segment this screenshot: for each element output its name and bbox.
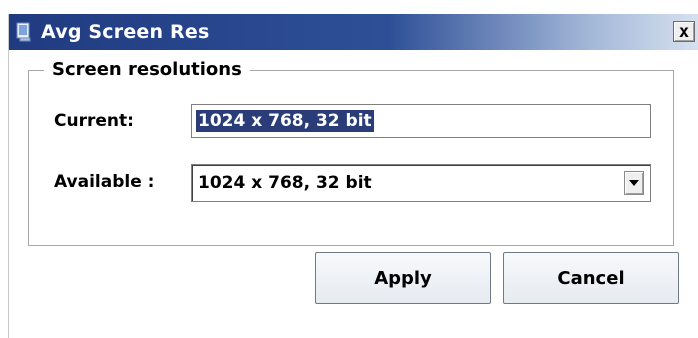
close-button[interactable]: x xyxy=(673,21,695,42)
window-title: Avg Screen Res xyxy=(41,21,210,43)
screen-resolutions-group xyxy=(28,70,674,246)
available-resolution-dropdown[interactable]: 1024 x 768, 32 bit xyxy=(191,164,651,202)
available-label: Available : xyxy=(54,172,155,192)
cancel-button[interactable]: Cancel xyxy=(503,252,679,304)
current-resolution-value: 1024 x 768, 32 bit xyxy=(196,110,374,132)
available-resolution-value: 1024 x 768, 32 bit xyxy=(198,173,372,193)
dropdown-arrow-button[interactable] xyxy=(624,171,644,195)
apply-button[interactable]: Apply xyxy=(315,252,491,304)
chevron-down-icon xyxy=(629,180,639,186)
close-icon: x xyxy=(678,21,690,42)
group-legend: Screen resolutions xyxy=(44,59,250,80)
title-bar[interactable]: Avg Screen Res x xyxy=(9,14,698,50)
monitor-icon xyxy=(15,22,33,42)
current-resolution-field[interactable]: 1024 x 768, 32 bit xyxy=(191,104,651,138)
current-label: Current: xyxy=(54,111,134,131)
